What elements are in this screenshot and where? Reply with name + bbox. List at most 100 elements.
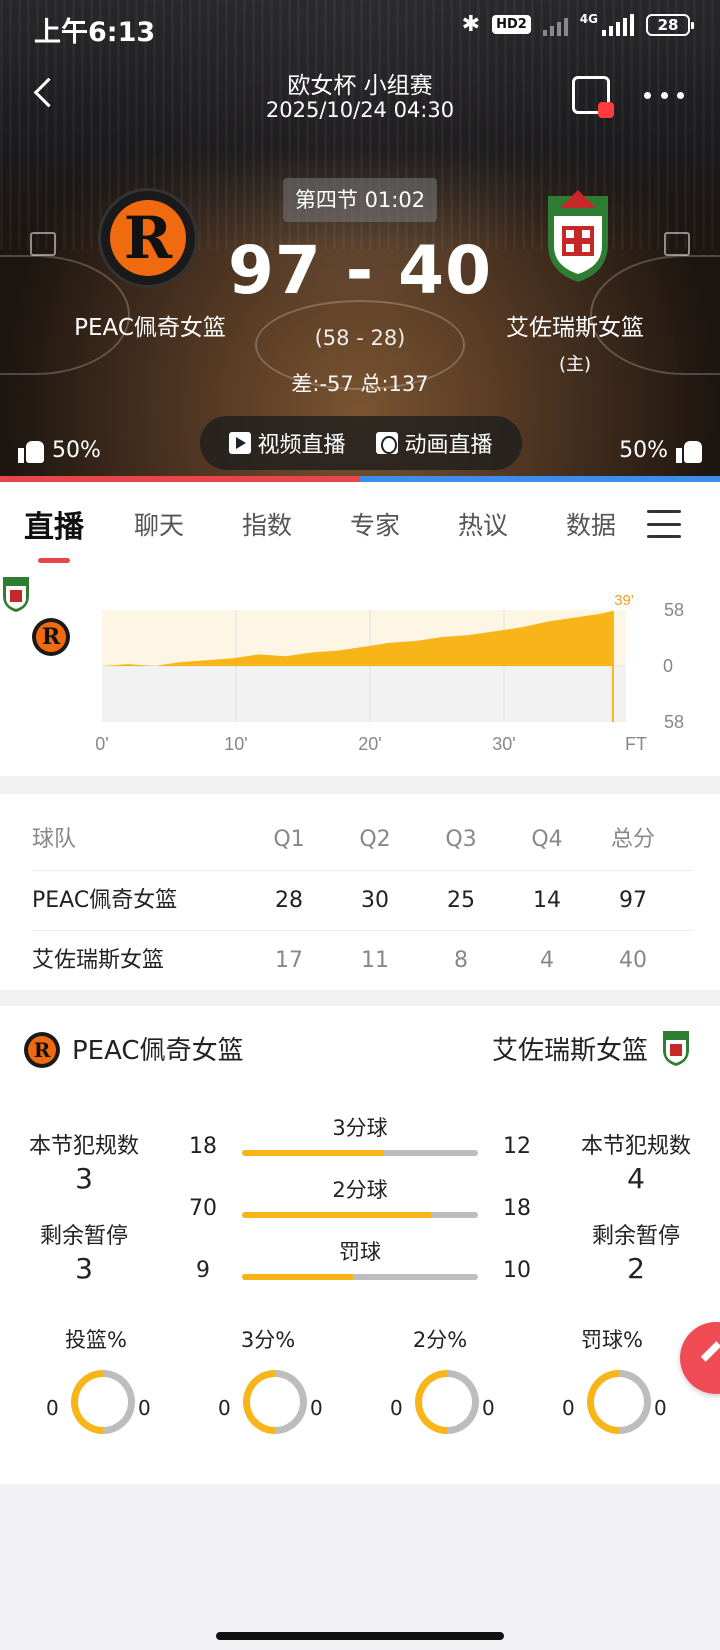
main-score: 97 - 40 — [227, 232, 493, 309]
stat-bar-home-value: 9 — [196, 1258, 210, 1283]
battery-icon: 28 — [646, 13, 694, 36]
header-team: 球队 — [32, 827, 77, 852]
table-row: 艾佐瑞斯女篮 17 11 8 4 40 — [32, 930, 694, 990]
away-team-name[interactable]: 艾佐瑞斯女篮 — [470, 308, 680, 342]
quarter-score-table: 球队 Q1 Q2 Q3 Q4 总分 PEAC佩奇女篮 28 30 25 14 9… — [0, 794, 720, 990]
home-fouls-label: 本节犯规数 — [28, 1134, 139, 1159]
stat-bar-fill — [242, 1274, 353, 1280]
away-timeouts-label: 剩余暂停 — [591, 1224, 680, 1249]
row-q2: 30 — [361, 888, 389, 913]
home-team-name[interactable]: PEAC佩奇女篮 — [50, 308, 250, 342]
away-support-button[interactable]: 50% — [619, 438, 702, 463]
stat-bar-away-value: 10 — [503, 1258, 531, 1283]
away-timeouts-value: 2 — [627, 1252, 645, 1285]
row-team: 艾佐瑞斯女篮 — [32, 948, 165, 973]
tab-odds[interactable]: 指数 — [242, 506, 292, 542]
animation-icon — [376, 432, 399, 454]
pct-away-value: 0 — [310, 1396, 323, 1420]
trend-away-logo — [3, 577, 29, 612]
stat-bar-label: 3分球 — [332, 1116, 388, 1140]
pct-donut — [243, 1370, 307, 1434]
pct-away-value: 0 — [482, 1396, 495, 1420]
stat-bar-track — [242, 1212, 478, 1218]
menu-icon[interactable] — [647, 510, 681, 538]
home-indicator[interactable] — [216, 1632, 504, 1640]
row-total: 97 — [619, 888, 647, 913]
pct-label: 投篮% — [65, 1328, 127, 1352]
x-tick-20: 20' — [358, 734, 381, 754]
status-time: 上午6:13 — [34, 17, 156, 48]
period-clock: 第四节 01:02 — [283, 178, 437, 222]
stats-home-name: PEAC佩奇女篮 — [72, 1036, 244, 1066]
home-support-button[interactable]: 50% — [18, 438, 101, 463]
tab-chat[interactable]: 聊天 — [134, 506, 184, 542]
table-header-row: 球队 Q1 Q2 Q3 Q4 总分 — [32, 810, 694, 870]
pct-donut — [71, 1370, 135, 1434]
stat-bar-label: 罚球 — [339, 1240, 381, 1264]
stat-bar-fill — [242, 1150, 384, 1156]
score-trend-card: 39' 58 0 58 0' 10' 20' 30' FT R — [0, 574, 720, 776]
more-icon[interactable] — [644, 80, 684, 110]
row-q1: 28 — [275, 888, 303, 913]
row-q2: 11 — [361, 948, 389, 973]
current-minute-label: 39' — [614, 592, 634, 609]
video-live-label: 视频直播 — [257, 433, 346, 458]
header-total: 总分 — [610, 827, 655, 852]
pct-label: 2分% — [412, 1328, 468, 1352]
x-tick-30: 30' — [492, 734, 515, 754]
header-q1: Q1 — [273, 827, 305, 852]
row-q4: 4 — [540, 948, 554, 973]
animation-live-button[interactable]: 动画直播 — [376, 427, 493, 459]
x-tick-ft: FT — [625, 734, 647, 754]
live-mode-switcher: 视频直播 动画直播 — [200, 416, 522, 470]
pct-donut — [415, 1370, 479, 1434]
team-stats-card: R PEAC佩奇女篮 艾佐瑞斯女篮 本节犯规数 3 剩余暂停 3 本节犯规数 4… — [0, 1006, 720, 1484]
network-label: 4G — [579, 11, 598, 26]
stats-away-logo — [663, 1031, 689, 1066]
pct-away-value: 0 — [138, 1396, 151, 1420]
video-live-button[interactable]: 视频直播 — [229, 427, 346, 459]
pct-home-value: 0 — [46, 1396, 59, 1420]
stat-bar-away-value: 18 — [503, 1196, 531, 1221]
y-label-bottom: 58 — [664, 712, 684, 732]
stat-bar-ft: 罚球 9 10 — [180, 1236, 540, 1296]
header-q3: Q3 — [445, 827, 477, 852]
tab-experts[interactable]: 专家 — [350, 506, 400, 542]
hd-badge: HD2 — [492, 15, 531, 34]
header-q2: Q2 — [359, 827, 391, 852]
trend-lower-bg — [102, 666, 626, 722]
pct-3pt: 3分% 0 0 — [178, 1324, 358, 1454]
row-q4: 14 — [533, 888, 561, 913]
stat-bar-2pt: 2分球 70 18 — [180, 1174, 540, 1234]
signal-icon — [542, 14, 568, 36]
picture-in-picture-icon[interactable] — [572, 76, 614, 118]
tab-bar: 直播 聊天 指数 专家 热议 数据 — [0, 482, 720, 574]
tab-live[interactable]: 直播 — [24, 502, 84, 546]
pct-free-throw: 罚球% 0 0 — [522, 1324, 702, 1454]
stat-bar-home-value: 70 — [189, 1196, 217, 1221]
stat-bar-fill — [242, 1212, 431, 1218]
pct-home-value: 0 — [218, 1396, 231, 1420]
stat-bar-track — [242, 1150, 478, 1156]
away-fouls-label: 本节犯规数 — [580, 1134, 691, 1159]
match-title: 欧女杯 小组赛 — [287, 73, 433, 99]
row-team: PEAC佩奇女篮 — [32, 888, 178, 913]
tab-discussion[interactable]: 热议 — [458, 506, 508, 542]
stat-bar-label: 2分球 — [332, 1178, 388, 1202]
pct-2pt: 2分% 0 0 — [350, 1324, 530, 1454]
stat-bar-home-value: 18 — [189, 1134, 217, 1159]
home-support-percent: 50% — [52, 438, 101, 463]
pct-home-value: 0 — [562, 1396, 575, 1420]
row-q1: 17 — [275, 948, 303, 973]
x-tick-0: 0' — [95, 734, 108, 754]
row-q3: 25 — [447, 888, 475, 913]
home-timeouts-value: 3 — [75, 1252, 93, 1285]
home-fouls-value: 3 — [75, 1162, 93, 1195]
home-court-tag: (主) — [558, 354, 592, 375]
pct-field-goal: 投篮% 0 0 — [6, 1324, 186, 1454]
status-bar: 上午6:13 ✱ HD2 4G 28 — [0, 0, 720, 52]
pct-away-value: 0 — [654, 1396, 667, 1420]
tab-data[interactable]: 数据 — [566, 506, 616, 542]
status-icons: ✱ HD2 4G 28 — [462, 11, 694, 37]
pct-label: 3分% — [240, 1328, 296, 1352]
